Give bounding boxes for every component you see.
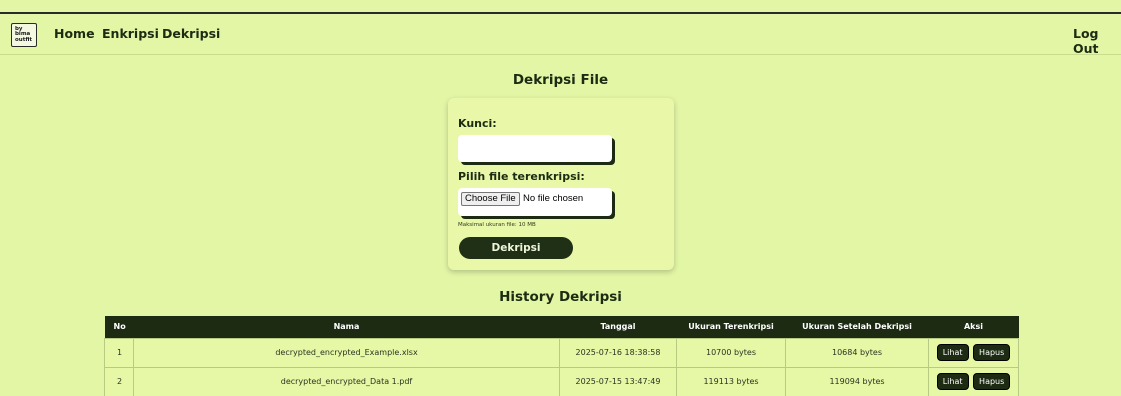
lihat-button[interactable]: Lihat (936, 344, 969, 361)
cell-no: 1 (104, 337, 134, 368)
history-table: No Nama Tanggal Ukuran Terenkripsi Ukura… (104, 316, 1019, 396)
table-row: 2 decrypted_encrypted_Data 1.pdf 2025-07… (104, 366, 1019, 396)
nav-home[interactable]: Home (54, 26, 95, 41)
choose-file-button[interactable]: Choose File (461, 192, 520, 206)
cell-aksi: Lihat Hapus (928, 366, 1019, 396)
cell-nama: decrypted_encrypted_Example.xlsx (133, 337, 560, 368)
cell-ukuran-dekripsi: 10684 bytes (785, 337, 929, 368)
lihat-button[interactable]: Lihat (936, 373, 969, 390)
cell-tanggal: 2025-07-16 18:38:58 (559, 337, 677, 368)
file-input[interactable]: Choose File No file chosen (458, 188, 612, 216)
key-label: Kunci: (458, 117, 497, 130)
dekripsi-button[interactable]: Dekripsi (459, 237, 573, 259)
cell-ukuran-terenkripsi: 119113 bytes (676, 366, 786, 396)
table-header-row: No Nama Tanggal Ukuran Terenkripsi Ukura… (104, 316, 1019, 338)
nav-enkripsi[interactable]: Enkripsi (102, 26, 159, 41)
hapus-button[interactable]: Hapus (973, 344, 1011, 361)
navbar: by bima outfit Home Enkripsi Dekripsi Lo… (0, 14, 1121, 56)
column-header-aksi: Aksi (928, 316, 1019, 338)
no-file-text: No file chosen (523, 193, 584, 204)
logout-link[interactable]: Log Out (1073, 26, 1121, 56)
file-size-hint: Maksimal ukuran file: 10 MB (458, 222, 536, 228)
cell-ukuran-terenkripsi: 10700 bytes (676, 337, 786, 368)
cell-tanggal: 2025-07-15 13:47:49 (559, 366, 677, 396)
cell-no: 2 (104, 366, 134, 396)
column-header-ukuran-terenkripsi: Ukuran Terenkripsi (676, 316, 786, 338)
column-header-tanggal: Tanggal (559, 316, 677, 338)
cell-aksi: Lihat Hapus (928, 337, 1019, 368)
logo[interactable]: by bima outfit (11, 23, 37, 47)
cell-nama: decrypted_encrypted_Data 1.pdf (133, 366, 560, 396)
column-header-nama: Nama (133, 316, 560, 338)
key-input[interactable] (458, 135, 612, 162)
file-label: Pilih file terenkripsi: (458, 170, 585, 183)
logo-line-3: outfit (15, 36, 33, 43)
hapus-button[interactable]: Hapus (973, 373, 1011, 390)
column-header-ukuran-dekripsi: Ukuran Setelah Dekripsi (785, 316, 929, 338)
table-row: 1 decrypted_encrypted_Example.xlsx 2025-… (104, 337, 1019, 368)
cell-ukuran-dekripsi: 119094 bytes (785, 366, 929, 396)
page-title: Dekripsi File (512, 72, 609, 88)
history-title: History Dekripsi (499, 289, 622, 305)
nav-dekripsi[interactable]: Dekripsi (162, 26, 220, 41)
decrypt-form-card: Kunci: Pilih file terenkripsi: Choose Fi… (448, 98, 674, 270)
column-header-no: No (104, 316, 134, 338)
